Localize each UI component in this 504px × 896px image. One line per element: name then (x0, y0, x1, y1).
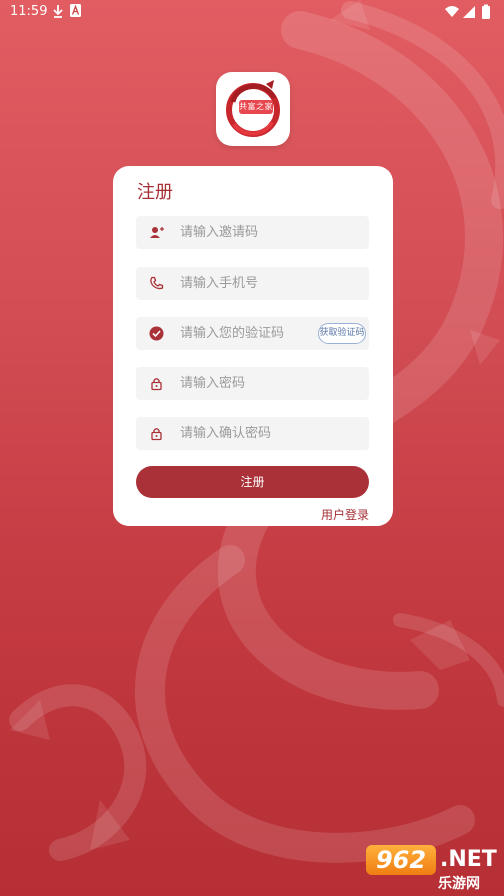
get-code-button[interactable]: 获取验证码 (318, 323, 366, 344)
status-time: 11:59 (10, 4, 48, 19)
status-icons (445, 4, 490, 19)
watermark: 962 .NET 乐游网 (366, 843, 500, 892)
user-login-link[interactable]: 用户登录 (321, 506, 369, 523)
phone-icon (150, 276, 164, 290)
phone-field[interactable]: 请输入手机号 (136, 267, 369, 300)
lock-icon (151, 428, 162, 441)
verification-code-placeholder: 请输入您的验证码 (180, 326, 285, 341)
notification-a-icon (70, 4, 81, 17)
lock-icon (151, 378, 162, 391)
wifi-icon (445, 6, 459, 17)
confirm-password-placeholder: 请输入确认密码 (180, 426, 272, 441)
invite-code-placeholder: 请输入邀请码 (180, 225, 259, 240)
download-icon (53, 5, 63, 18)
register-card: 注册 请输入邀请码 请输入手机号 请输入您的验证码 获取验证码 请输入密码 请输… (113, 166, 393, 526)
check-circle-icon (149, 326, 164, 341)
app-logo: 共富之家 (216, 72, 290, 146)
watermark-subtitle: 乐游网 (438, 876, 480, 892)
confirm-password-field[interactable]: 请输入确认密码 (136, 417, 369, 450)
register-button[interactable]: 注册 (136, 466, 369, 498)
signal-icon (463, 6, 475, 18)
password-field[interactable]: 请输入密码 (136, 367, 369, 400)
status-bar: 11:59 (0, 0, 504, 24)
invite-code-field[interactable]: 请输入邀请码 (136, 216, 369, 249)
watermark-suffix: .NET (440, 847, 497, 872)
watermark-badge: 962 (366, 845, 436, 875)
user-plus-icon (150, 227, 164, 238)
phone-placeholder: 请输入手机号 (180, 276, 259, 291)
logo-text: 共富之家 (239, 100, 273, 114)
battery-icon (482, 6, 490, 19)
verification-code-field[interactable]: 请输入您的验证码 获取验证码 (136, 317, 369, 350)
page-title: 注册 (137, 182, 173, 203)
password-placeholder: 请输入密码 (180, 376, 246, 391)
